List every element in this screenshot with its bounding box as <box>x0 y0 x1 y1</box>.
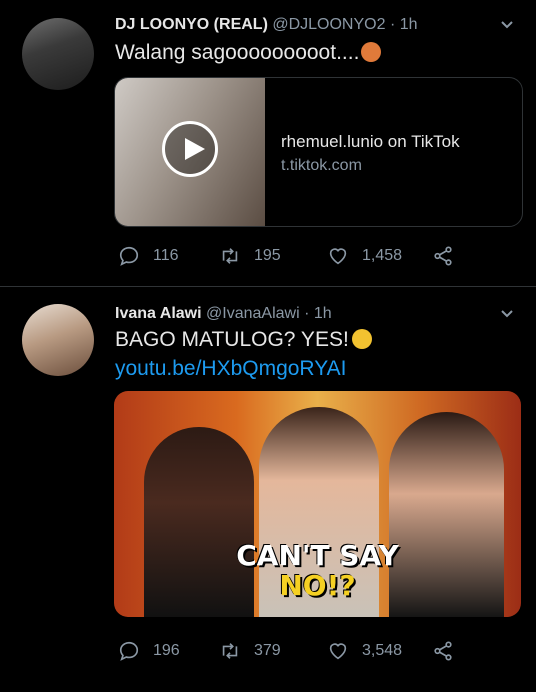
youtube-link[interactable]: youtu.be/HXbQmgoRYAI <box>115 357 347 380</box>
like-count: 3,548 <box>362 642 403 659</box>
like-button[interactable]: 3,548 <box>327 639 402 663</box>
reply-button[interactable]: 196 <box>118 639 180 663</box>
user-handle[interactable]: @DJLOONYO2 <box>272 16 385 33</box>
reply-icon <box>119 246 139 266</box>
reply-count: 116 <box>153 247 179 264</box>
card-title[interactable]: rhemuel.lunio on TikTok <box>281 132 460 152</box>
user-handle[interactable]: @IvanaAlawi <box>206 305 300 322</box>
tweet-text: BAGO MATULOG? YES! youtu.be/HXbQmgoRYAI <box>115 325 515 383</box>
retweet-count: 379 <box>254 642 281 659</box>
share-icon <box>434 641 452 661</box>
link-card[interactable]: rhemuel.lunio on TikTok t.tiktok.com <box>114 77 523 227</box>
avatar[interactable] <box>22 18 94 90</box>
see-no-evil-monkey-icon <box>361 42 382 62</box>
tweet-2[interactable]: Ivana Alawi @IvanaAlawi · 1h BAGO MATULO… <box>0 287 536 692</box>
play-icon[interactable] <box>162 121 218 177</box>
retweet-count: 195 <box>254 247 281 264</box>
rolling-laughing-icon <box>351 329 372 349</box>
retweet-icon <box>222 643 238 659</box>
chevron-down-icon[interactable] <box>500 307 514 321</box>
tweet-1[interactable]: DJ LOONYO (REAL) @DJLOONYO2 · 1h Walang … <box>0 0 536 286</box>
retweet-button[interactable]: 379 <box>219 639 281 663</box>
tweet-actions: 196 379 3,548 <box>118 639 518 663</box>
timestamp[interactable]: · 1h <box>304 305 332 322</box>
like-count: 1,458 <box>362 247 403 264</box>
reply-count: 196 <box>153 642 180 659</box>
card-domain: t.tiktok.com <box>281 157 362 174</box>
chevron-down-icon[interactable] <box>500 18 514 32</box>
thumbnail-caption-line1: CAN'T SAY <box>236 539 399 572</box>
thumbnail-caption-line2: NO!? <box>279 569 356 602</box>
heart-icon <box>329 643 347 660</box>
retweet-icon <box>222 248 238 264</box>
like-button[interactable]: 1,458 <box>327 244 402 268</box>
tweet-text-content: BAGO MATULOG? YES! <box>115 328 349 351</box>
reply-icon <box>119 641 139 661</box>
reply-button[interactable]: 116 <box>118 244 179 268</box>
tweet-text: Walang sagooooooooot.... <box>115 38 382 67</box>
display-name[interactable]: Ivana Alawi <box>115 305 202 322</box>
display-name[interactable]: DJ LOONYO (REAL) <box>115 16 268 33</box>
tweet-actions: 116 195 1,458 <box>118 244 518 268</box>
timestamp[interactable]: · 1h <box>390 16 418 33</box>
tweet-header: DJ LOONYO (REAL) @DJLOONYO2 · 1h <box>115 16 418 34</box>
share-button[interactable] <box>432 244 467 268</box>
video-thumbnail[interactable]: CAN'T SAY NO!? <box>114 391 521 617</box>
tweet-header: Ivana Alawi @IvanaAlawi · 1h <box>115 305 332 323</box>
heart-icon <box>329 248 347 265</box>
video-thumbnail[interactable] <box>115 78 265 226</box>
share-icon <box>434 246 452 266</box>
share-button[interactable] <box>432 639 467 663</box>
retweet-button[interactable]: 195 <box>219 244 281 268</box>
tweet-text-content: Walang sagooooooooot.... <box>115 41 360 64</box>
avatar[interactable] <box>22 304 94 376</box>
